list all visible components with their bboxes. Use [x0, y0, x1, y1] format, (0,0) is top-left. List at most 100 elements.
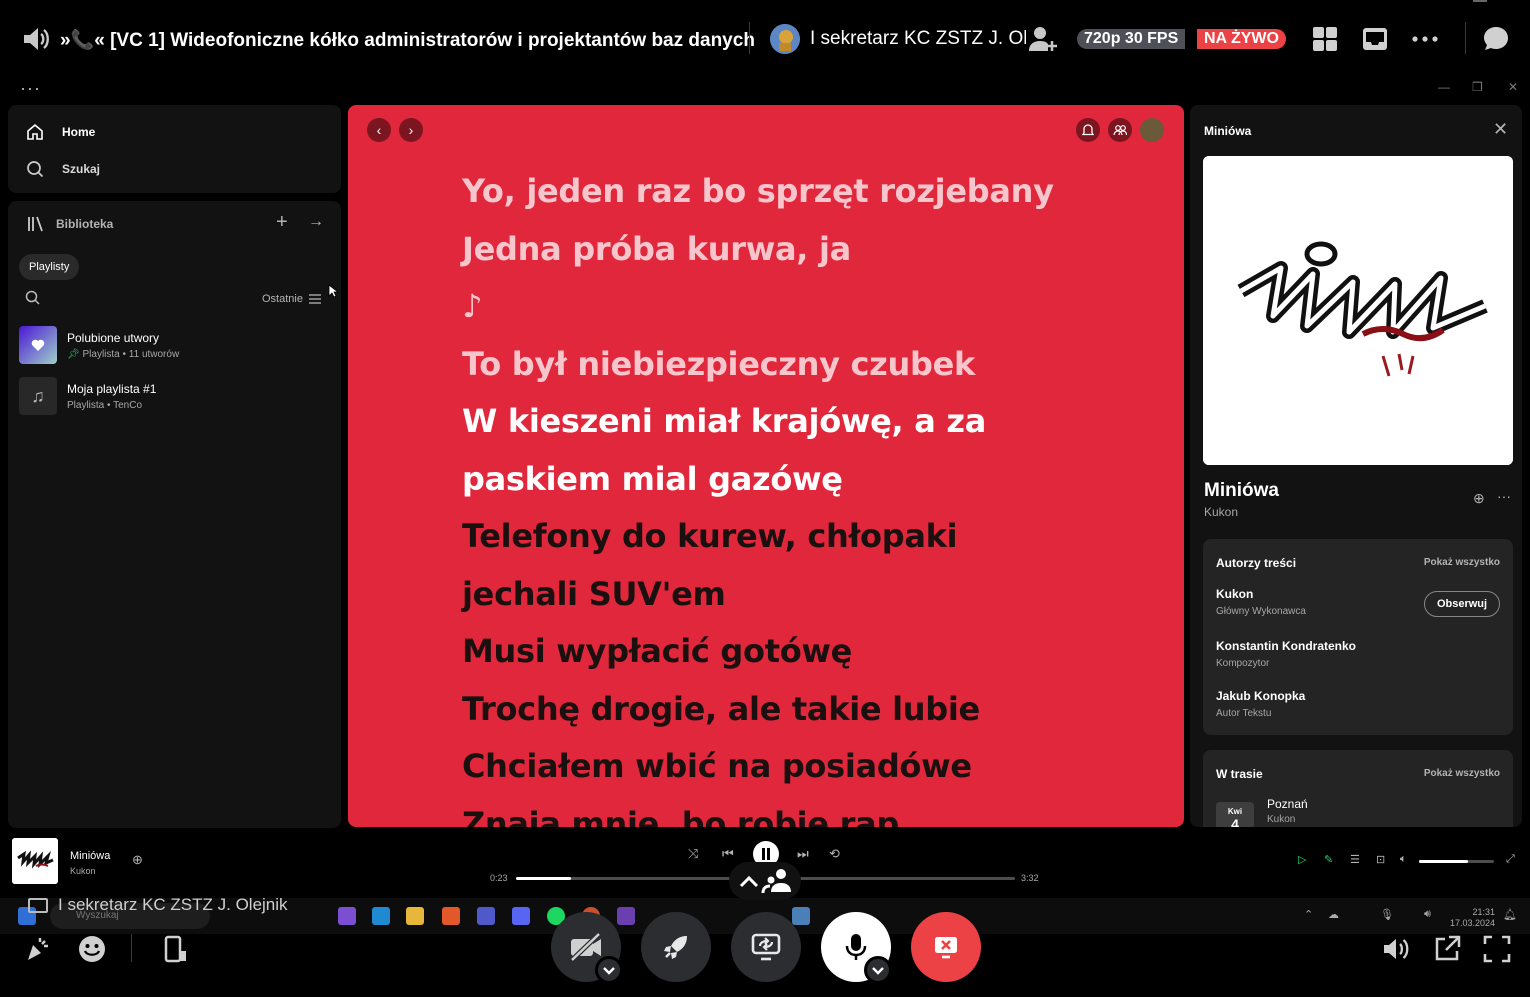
minimize-icon[interactable]: —: [1438, 80, 1450, 94]
previous-icon[interactable]: ⏮︎: [722, 846, 734, 862]
filter-chip-playlists[interactable]: Playlisty: [19, 254, 80, 280]
add-user-icon[interactable]: [1028, 24, 1058, 54]
library-item-liked[interactable]: Polubione utwory 📌︎ Playlista • 11 utwor…: [19, 323, 329, 367]
library-item-playlist[interactable]: ♫ Moja playlista #1 Playlista • TenCo: [19, 374, 329, 418]
leave-stream-button[interactable]: [911, 912, 981, 982]
expand-library-icon[interactable]: →: [308, 213, 324, 231]
volume-icon[interactable]: 🔈︎: [1400, 853, 1407, 866]
library-search-icon[interactable]: [25, 290, 40, 305]
teams-icon[interactable]: [477, 907, 495, 925]
lyrics-icon[interactable]: ✎: [1324, 853, 1333, 866]
repeat-icon[interactable]: ⟲: [829, 846, 840, 862]
onedrive-icon[interactable]: ☁: [1328, 908, 1339, 921]
call-controls: [0, 912, 1530, 997]
close-window-icon[interactable]: ✕: [1508, 80, 1518, 94]
lyric-line[interactable]: To był niebiezpieczny czubek: [462, 336, 1102, 394]
panel-song-title[interactable]: Miniówa: [1204, 480, 1279, 502]
fullscreen-icon[interactable]: ⤢: [1506, 853, 1515, 866]
panel-artist[interactable]: Kukon: [1204, 505, 1238, 519]
now-playing-view-icon[interactable]: ▷: [1298, 853, 1306, 866]
forward-button[interactable]: ›: [399, 118, 423, 142]
microphone-tray-icon[interactable]: 🎙︎: [1380, 908, 1394, 921]
tour-show-all[interactable]: Pokaż wszystko: [1424, 768, 1500, 779]
streamer-avatar[interactable]: [770, 24, 800, 54]
popout-icon[interactable]: [1432, 934, 1462, 964]
discord-taskbar-icon[interactable]: [512, 907, 530, 925]
friend-activity-icon[interactable]: [1108, 118, 1132, 142]
user-avatar[interactable]: [1140, 118, 1164, 142]
player-artist[interactable]: Kukon: [70, 866, 96, 876]
window-minimize-indicator: [1473, 0, 1487, 2]
restore-icon[interactable]: ❐: [1472, 80, 1483, 94]
close-panel-icon[interactable]: ✕: [1493, 119, 1508, 140]
brave-icon[interactable]: [442, 907, 460, 925]
lyric-line[interactable]: Znaja mnie, bo robie rap: [462, 796, 1102, 828]
lyric-line[interactable]: Musi wypłacić gotówę: [462, 623, 1102, 681]
add-to-library-icon[interactable]: ⊕: [1473, 490, 1485, 507]
photos-icon[interactable]: [792, 907, 810, 925]
home-icon: [27, 123, 43, 140]
more-options-icon[interactable]: [1410, 24, 1440, 54]
lyric-line[interactable]: Trochę drogie, ale takie lubie: [462, 681, 1102, 739]
more-options-icon[interactable]: ···: [1497, 488, 1511, 504]
notification-bell-icon[interactable]: 🔔︎: [1503, 908, 1517, 921]
lyric-line[interactable]: Jedna próba kurwa, ja: [462, 221, 1102, 279]
credits-show-all[interactable]: Pokaż wszystko: [1424, 557, 1500, 568]
inbox-icon[interactable]: [1360, 24, 1390, 54]
spotify-titlebar: ··· — ❐ ✕: [0, 78, 1530, 100]
lyric-line[interactable]: jechali SUV'em: [462, 566, 1102, 624]
follow-button[interactable]: Obserwuj: [1424, 591, 1500, 617]
tour-event[interactable]: Poznań Kukon: [1267, 797, 1308, 825]
microphone-options-chevron[interactable]: [864, 956, 892, 984]
lyric-line-current[interactable]: paskiem mial gazówę: [462, 451, 1102, 509]
next-icon[interactable]: ⏭︎: [797, 846, 809, 862]
tour-title: W trasie: [1216, 767, 1263, 781]
credit-entry[interactable]: Jakub Konopka Autor Tekstu: [1216, 689, 1305, 719]
emoji-icon[interactable]: [77, 934, 107, 964]
speaker-tray-icon[interactable]: 🔊︎: [1424, 908, 1431, 921]
file-explorer-icon[interactable]: [406, 907, 424, 925]
credit-entry[interactable]: Kukon Główny Wykonawca: [1216, 587, 1306, 617]
visual-studio-icon[interactable]: [338, 907, 356, 925]
volume-slider[interactable]: [1419, 860, 1494, 863]
create-playlist-icon[interactable]: +: [276, 211, 288, 234]
volume-speaker-icon[interactable]: [22, 26, 50, 52]
connect-device-icon[interactable]: ⊡: [1376, 853, 1385, 866]
add-to-liked-icon[interactable]: ⊕: [132, 852, 143, 868]
stream-header: »📞« [VC 1] Wideofoniczne kółko administr…: [0, 0, 1530, 78]
notifications-icon[interactable]: [1076, 118, 1100, 142]
app-icon[interactable]: [617, 907, 635, 925]
back-button[interactable]: ‹: [367, 118, 391, 142]
player-cover[interactable]: [12, 838, 58, 884]
show-participants-toggle[interactable]: [729, 862, 801, 900]
shuffle-icon[interactable]: ⤨: [688, 846, 698, 862]
library-item-title: Moja playlista #1: [67, 381, 157, 396]
camera-options-chevron[interactable]: [595, 956, 623, 984]
lyric-line-current[interactable]: W kieszeni miał krajówę, a za: [462, 393, 1102, 451]
screen-share-button[interactable]: [731, 912, 801, 982]
chat-bubble-icon[interactable]: [1481, 24, 1511, 54]
volume-icon[interactable]: [1381, 934, 1411, 964]
player-song-title[interactable]: Miniówa: [70, 850, 110, 862]
taskbar-clock[interactable]: 21:31 17.03.2024: [1450, 907, 1495, 929]
activities-icon[interactable]: [22, 934, 52, 964]
queue-icon[interactable]: ☰: [1350, 853, 1360, 866]
nav-search-label: Szukaj: [62, 162, 101, 176]
fullscreen-icon[interactable]: [1482, 934, 1512, 964]
vscode-icon[interactable]: [372, 907, 390, 925]
menu-dots-icon[interactable]: ···: [20, 78, 41, 99]
nav-search[interactable]: Szukaj: [26, 160, 100, 178]
lyric-line[interactable]: Telefony do kurew, chłopaki: [462, 508, 1102, 566]
library-header[interactable]: Biblioteka: [26, 215, 113, 233]
lyric-line[interactable]: Yo, jeden raz bo sprzęt rozjebany: [462, 163, 1102, 221]
sort-recent[interactable]: Ostatnie: [262, 293, 321, 305]
grid-layout-icon[interactable]: [1310, 24, 1340, 54]
lyric-line[interactable]: ♪: [462, 278, 1102, 336]
activity-launch-button[interactable]: [641, 912, 711, 982]
tray-chevron-icon[interactable]: ⌃: [1304, 908, 1313, 921]
soundboard-icon[interactable]: [160, 934, 190, 964]
credit-entry[interactable]: Konstantin Kondratenko Kompozytor: [1216, 639, 1356, 669]
lyric-line[interactable]: Chciałem wbić na posiadówe: [462, 738, 1102, 796]
mouse-cursor-icon: [328, 284, 338, 298]
nav-home[interactable]: Home: [26, 123, 95, 141]
